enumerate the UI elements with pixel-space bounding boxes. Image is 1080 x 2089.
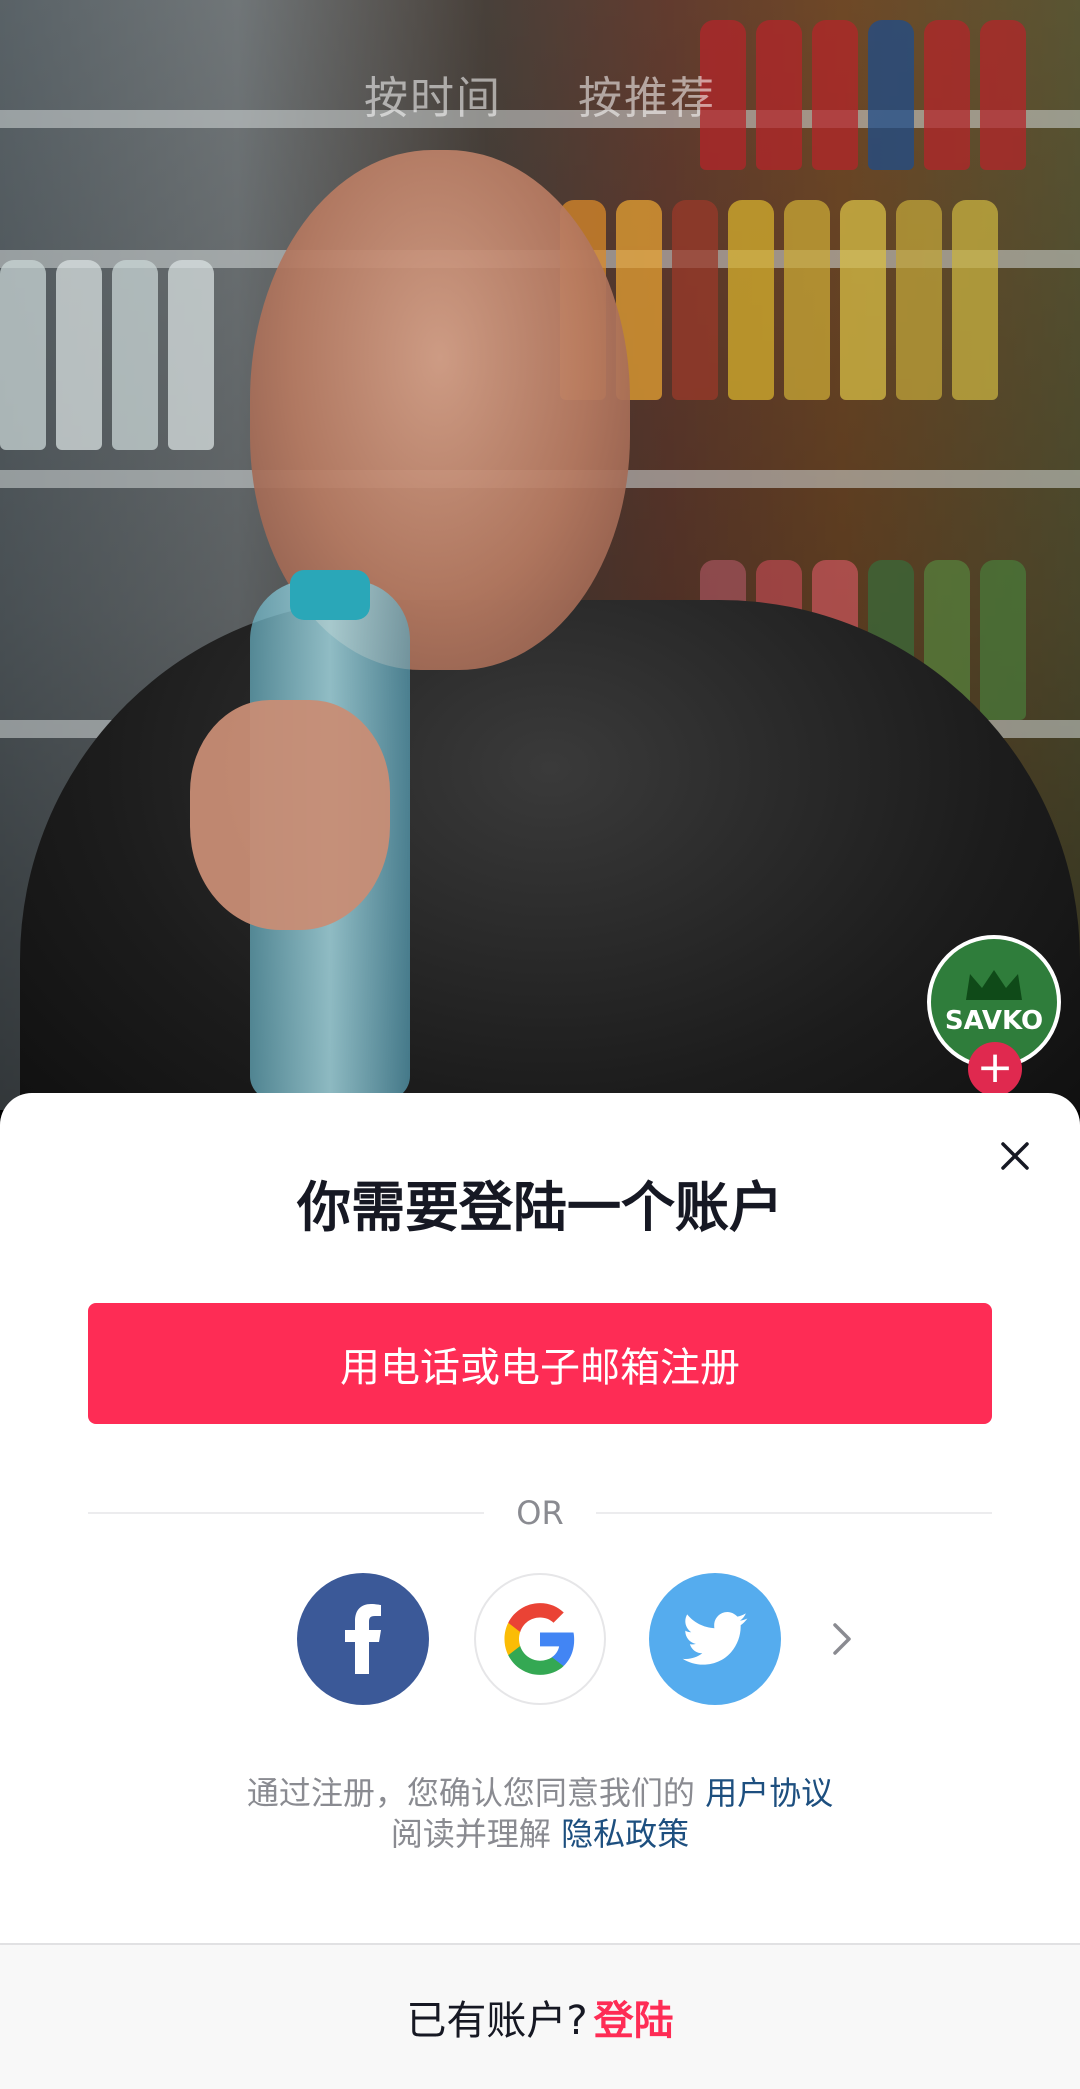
twitter-icon (682, 1612, 748, 1665)
crown-icon (966, 970, 1022, 1000)
login-sheet: 你需要登陆一个账户 用电话或电子邮箱注册 OR 通过注册，您确认您同意我们的 用… (0, 1093, 1080, 2089)
tab-by-recommend[interactable]: 按推荐 (578, 73, 716, 124)
facebook-login-button[interactable] (297, 1573, 429, 1705)
login-link[interactable]: 登陆 (594, 1988, 674, 2046)
privacy-text: 阅读并理解 (390, 1815, 551, 1853)
divider-line (595, 1512, 993, 1514)
login-prompt: 已有账户? (406, 1998, 588, 2044)
tab-by-time[interactable]: 按时间 (364, 73, 502, 124)
privacy-policy-link[interactable]: 隐私政策 (561, 1815, 689, 1853)
terms-text: 通过注册，您确认您同意我们的 (246, 1774, 695, 1812)
user-agreement-link[interactable]: 用户协议 (705, 1774, 833, 1812)
person-hand (190, 700, 390, 930)
water-bottle-cap (290, 570, 370, 620)
signup-phone-email-button[interactable]: 用电话或电子邮箱注册 (88, 1303, 992, 1424)
facebook-icon (345, 1604, 381, 1674)
or-label: OR (516, 1494, 564, 1532)
sheet-title: 你需要登陆一个账户 (297, 1176, 783, 1239)
feed-tabs: 按时间 按推荐 (0, 62, 1080, 126)
or-divider: OR (88, 1488, 993, 1538)
more-login-options-button[interactable] (822, 1613, 862, 1665)
avatar-brand-text: SAVKO (944, 1006, 1044, 1036)
shelf-bottles (0, 260, 214, 450)
twitter-login-button[interactable] (649, 1573, 781, 1705)
login-bar: 已有账户? 登陆 (0, 1943, 1080, 2089)
google-icon (504, 1603, 575, 1675)
google-login-button[interactable] (474, 1573, 606, 1705)
divider-line (88, 1512, 485, 1514)
terms-notice: 通过注册，您确认您同意我们的 用户协议 阅读并理解 隐私政策 (0, 1773, 1080, 1855)
follow-plus-button[interactable]: + (968, 1042, 1022, 1096)
video-background[interactable]: 按时间 按推荐 SAVKO + (0, 0, 1080, 1110)
person-jacket (20, 600, 1080, 1110)
chevron-right-icon (833, 1623, 851, 1655)
